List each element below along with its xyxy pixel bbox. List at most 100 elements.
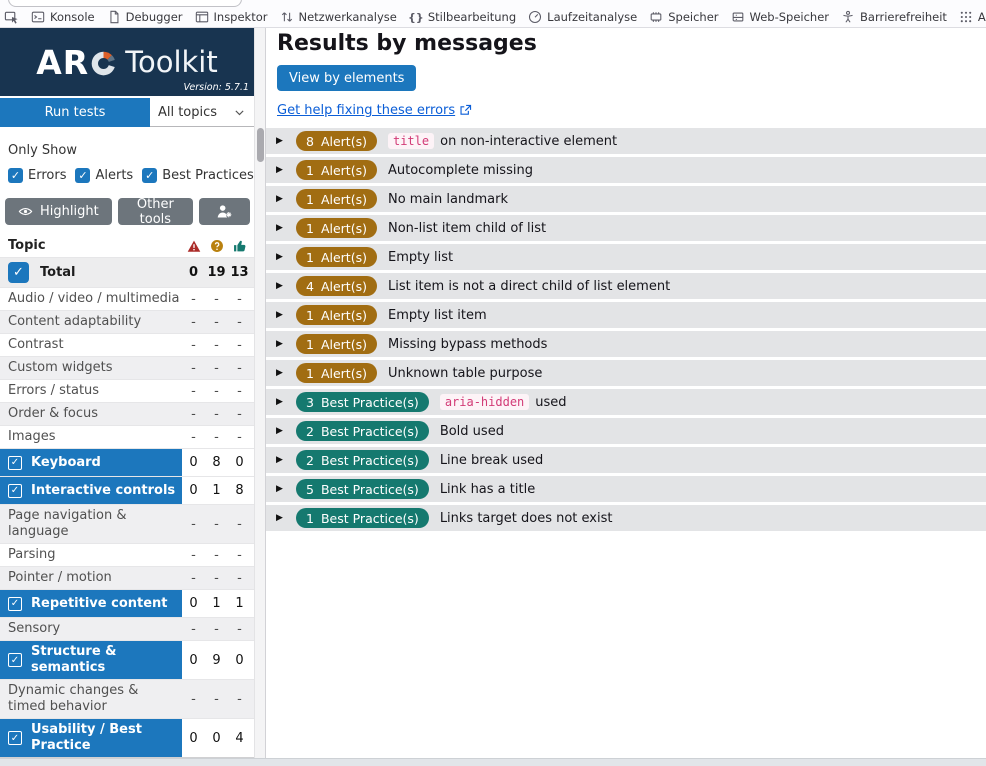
topic-row-label: Dynamic changes & timed behavior [8, 680, 182, 718]
topic-row-value: - [205, 571, 228, 586]
disclosure-triangle-icon[interactable]: ▶ [276, 137, 285, 146]
devtools-tab-speicher[interactable]: Speicher [643, 7, 724, 27]
topic-row-value: 0 [182, 265, 205, 280]
run-tests-button[interactable]: Run tests [0, 98, 150, 127]
devtools-tab-debugger[interactable]: Debugger [101, 7, 189, 27]
topic-row-value: 0 [182, 455, 205, 470]
topic-row[interactable]: Parsing--- [0, 543, 254, 566]
checkbox-checked-icon[interactable]: ✓ [8, 731, 22, 745]
topic-row[interactable]: Errors / status--- [0, 379, 254, 402]
topic-row[interactable]: Audio / video / multimedia--- [0, 287, 254, 310]
topic-row-label: Custom widgets [8, 357, 115, 379]
badge-count: 3 [306, 395, 314, 410]
user-settings-button[interactable] [199, 198, 250, 225]
message-row[interactable]: ▶1Alert(s)Missing bypass methods [266, 331, 986, 357]
message-row[interactable]: ▶2Best Practice(s)Bold used [266, 418, 986, 444]
disclosure-triangle-icon[interactable]: ▶ [276, 427, 285, 436]
devtools-tab-anwendung[interactable]: Anwendung [953, 7, 986, 27]
topic-row[interactable]: ✓Total01913 [0, 257, 254, 287]
topic-row[interactable]: Images--- [0, 425, 254, 448]
message-row[interactable]: ▶1Alert(s)No main landmark [266, 186, 986, 212]
get-help-link[interactable]: Get help fixing these errors [277, 103, 472, 118]
view-by-elements-button[interactable]: View by elements [277, 65, 416, 91]
devtools-panel-body: AR Toolkit Version: 5.7.1 Run tests All … [0, 28, 986, 758]
topic-row[interactable]: Content adaptability--- [0, 310, 254, 333]
disclosure-triangle-icon[interactable]: ▶ [276, 398, 285, 407]
topic-row[interactable]: Dynamic changes & timed behavior--- [0, 679, 254, 718]
topic-row[interactable]: Page navigation & language--- [0, 504, 254, 543]
topic-row[interactable]: Pointer / motion--- [0, 566, 254, 589]
message-row[interactable]: ▶1Alert(s)Autocomplete missing [266, 157, 986, 183]
disclosure-triangle-icon[interactable]: ▶ [276, 195, 285, 204]
topic-row-value: - [228, 692, 251, 707]
topic-row[interactable]: Order & focus--- [0, 402, 254, 425]
devtools-tab-web-speicher[interactable]: Web-Speicher [725, 7, 836, 27]
disclosure-triangle-icon[interactable]: ▶ [276, 369, 285, 378]
disclosure-triangle-icon[interactable]: ▶ [276, 311, 285, 320]
devtools-tab-barrierefreiheit[interactable]: Barrierefreiheit [835, 7, 953, 27]
badge-label: Alert(s) [321, 337, 367, 352]
topic-table-header: Topic [0, 234, 254, 257]
topic-row[interactable]: ✓Interactive controls018 [0, 476, 254, 504]
topic-row-values: 01913 [182, 258, 254, 287]
devtools-tab-laufzeitanalyse[interactable]: Laufzeitanalyse [522, 7, 643, 27]
message-row[interactable]: ▶5Best Practice(s)Link has a title [266, 476, 986, 502]
message-text: Empty list [388, 250, 453, 265]
checkbox-checked-icon[interactable]: ✓ [75, 168, 90, 183]
topic-row[interactable]: Sensory--- [0, 617, 254, 640]
devtools-tab-inspektor[interactable]: Inspektor [189, 7, 274, 27]
topics-dropdown[interactable]: All topics [150, 98, 254, 127]
disclosure-triangle-icon[interactable]: ▶ [276, 340, 285, 349]
topic-row[interactable]: ✓Repetitive content011 [0, 589, 254, 617]
user-settings-icon [216, 203, 233, 220]
message-row[interactable]: ▶8Alert(s)titleon non-interactive elemen… [266, 128, 986, 154]
disclosure-triangle-icon[interactable]: ▶ [276, 166, 285, 175]
disclosure-triangle-icon[interactable]: ▶ [276, 282, 285, 291]
topic-row-label: Audio / video / multimedia [8, 288, 181, 310]
checkbox-checked-icon[interactable]: ✓ [8, 653, 22, 667]
message-row[interactable]: ▶1Best Practice(s)Links target does not … [266, 505, 986, 531]
message-text-label: Unknown table purpose [388, 366, 542, 381]
devtools-tab-netzwerkanalyse[interactable]: Netzwerkanalyse [274, 7, 403, 27]
checkbox-checked-icon[interactable]: ✓ [142, 168, 157, 183]
topic-row[interactable]: Custom widgets --- [0, 356, 254, 379]
checkbox-checked-icon[interactable]: ✓ [8, 168, 23, 183]
message-row[interactable]: ▶1Alert(s)Unknown table purpose [266, 360, 986, 386]
message-row[interactable]: ▶2Best Practice(s)Line break used [266, 447, 986, 473]
topic-row-label-zone: ✓Repetitive content [0, 590, 182, 617]
topic-row-label-zone: Sensory [0, 618, 182, 640]
message-row[interactable]: ▶1Alert(s)Empty list [266, 244, 986, 270]
disclosure-triangle-icon[interactable]: ▶ [276, 514, 285, 523]
message-row[interactable]: ▶1Alert(s)Empty list item [266, 302, 986, 328]
topic-row-values: --- [182, 357, 254, 379]
topic-row[interactable]: ✓Keyboard080 [0, 448, 254, 476]
devtools-tab-konsole[interactable]: Konsole [25, 7, 101, 27]
topic-row-value: - [205, 548, 228, 563]
pick-element-button[interactable] [4, 7, 19, 27]
sidebar-scrollbar-track[interactable] [254, 28, 266, 758]
other-tools-button[interactable]: Other tools [118, 198, 193, 225]
devtools-tab-stilbearbeitung[interactable]: {}Stilbearbeitung [403, 7, 522, 27]
checkbox-checked-icon[interactable]: ✓ [8, 597, 22, 611]
sidebar-scrollbar-thumb[interactable] [257, 128, 264, 162]
disclosure-triangle-icon[interactable]: ▶ [276, 224, 285, 233]
filter-label: Alerts [95, 168, 133, 183]
highlight-button[interactable]: Highlight [5, 198, 112, 225]
disclosure-triangle-icon[interactable]: ▶ [276, 456, 285, 465]
best-practice-badge: 5Best Practice(s) [296, 479, 429, 499]
topic-row-label-zone: Pointer / motion [0, 567, 182, 589]
disclosure-triangle-icon[interactable]: ▶ [276, 485, 285, 494]
devtools-tab-label: Netzwerkanalyse [299, 10, 397, 24]
topic-row[interactable]: Contrast--- [0, 333, 254, 356]
topic-row-label-zone: Content adaptability [0, 311, 182, 333]
checkbox-checked-icon[interactable]: ✓ [8, 484, 22, 498]
topic-row-value: - [228, 361, 251, 376]
checkbox-checked-icon[interactable]: ✓ [8, 456, 22, 470]
checkbox-checked-icon[interactable]: ✓ [8, 262, 29, 283]
topic-row[interactable]: ✓Usability / Best Practice004 [0, 718, 254, 757]
message-row[interactable]: ▶1Alert(s)Non-list item child of list [266, 215, 986, 241]
disclosure-triangle-icon[interactable]: ▶ [276, 253, 285, 262]
message-row[interactable]: ▶4Alert(s)List item is not a direct chil… [266, 273, 986, 299]
topic-row[interactable]: ✓Structure & semantics090 [0, 640, 254, 679]
message-row[interactable]: ▶3Best Practice(s)aria-hiddenused [266, 389, 986, 415]
